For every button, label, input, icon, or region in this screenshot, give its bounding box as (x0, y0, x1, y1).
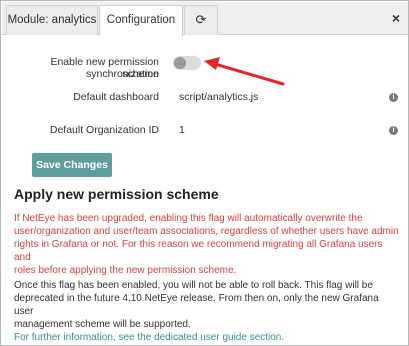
red-arrow (204, 57, 285, 86)
